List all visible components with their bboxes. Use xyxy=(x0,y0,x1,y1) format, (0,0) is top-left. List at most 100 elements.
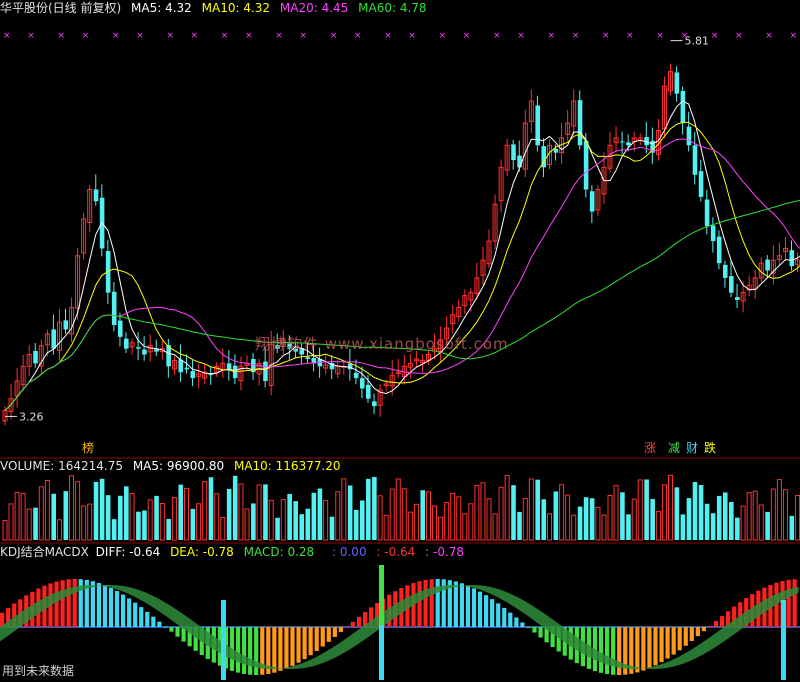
macd-histogram-bar xyxy=(235,627,241,673)
volume-bar xyxy=(492,513,498,541)
volume-bar xyxy=(275,517,280,540)
volume-bar xyxy=(323,499,329,541)
volume-bar xyxy=(329,516,335,540)
volume-bar xyxy=(251,503,256,540)
macd-histogram-bar xyxy=(151,616,156,627)
candle-body xyxy=(620,141,625,143)
macd-histogram-bar xyxy=(175,627,180,637)
candle-body xyxy=(589,191,595,212)
macd-histogram-bar xyxy=(127,598,132,627)
macd-histogram-bar xyxy=(677,627,682,651)
volume-bar xyxy=(704,503,710,540)
volume-bar xyxy=(317,488,323,540)
signal-mark: × xyxy=(408,31,416,41)
volume-bar xyxy=(305,508,311,540)
macd-histogram-bar xyxy=(296,627,301,663)
macd-histogram-bar xyxy=(338,627,343,632)
volume-bar xyxy=(571,514,577,541)
volume-bar xyxy=(735,517,740,540)
stock-title: 华平股份(日线 前复权) xyxy=(0,1,122,15)
macd-histogram-bar xyxy=(508,612,513,627)
candle-body xyxy=(692,145,698,175)
candle-body xyxy=(680,91,686,124)
signal-mark: × xyxy=(330,31,338,41)
flag-bang[interactable]: 榜 xyxy=(81,441,95,455)
macd-histogram-bar xyxy=(332,627,337,637)
macd-histogram-bar xyxy=(272,627,277,673)
flag-jian[interactable]: 减 xyxy=(667,441,681,455)
signal-mark: × xyxy=(384,31,392,41)
macd-histogram-bar xyxy=(314,627,319,651)
candle-body xyxy=(142,349,147,355)
ma10-label: MA10: 4.32 xyxy=(201,1,271,15)
volume-bar xyxy=(38,486,44,541)
flag-die[interactable]: 跌 xyxy=(703,441,717,455)
volume-bar xyxy=(299,514,305,540)
volume-bar xyxy=(244,508,250,541)
macd-histogram-bar xyxy=(635,627,640,673)
candle-body xyxy=(51,329,56,349)
volume-bar xyxy=(776,479,782,541)
volume-bar xyxy=(105,495,111,540)
macd-histogram-bar xyxy=(532,627,537,633)
candle-body xyxy=(154,349,159,352)
macd-histogram-bar xyxy=(60,580,65,627)
volume-bar xyxy=(117,495,123,540)
volume-bar xyxy=(51,493,56,540)
macd-histogram-bar xyxy=(72,579,77,627)
volume-bar xyxy=(366,478,371,540)
ma60-line xyxy=(4,199,800,411)
dea-label: DEA: -0.78 xyxy=(170,545,234,559)
signal-mark: × xyxy=(439,31,447,41)
volume-bar xyxy=(124,486,129,540)
volume-bar xyxy=(293,501,298,540)
macd-histogram-bar xyxy=(453,581,458,627)
signal-mark: × xyxy=(602,31,610,41)
volume-bar xyxy=(504,474,510,541)
candle-body xyxy=(372,401,377,407)
signal-mark: × xyxy=(136,31,144,41)
signal-vertical-bar xyxy=(781,600,786,680)
flag-zhang[interactable]: 涨 xyxy=(643,441,657,455)
macd-histogram-bar xyxy=(465,585,471,627)
candle-body xyxy=(184,367,190,370)
volume-bar xyxy=(637,479,643,541)
macd-histogram-bar xyxy=(423,579,428,627)
volume-bar xyxy=(559,484,565,541)
volume-bar xyxy=(462,513,468,541)
candle-body xyxy=(117,320,123,337)
macd-histogram-bar xyxy=(54,581,59,627)
volume-ma10-label: MA10: 116377.20 xyxy=(233,459,341,473)
volume-bar xyxy=(626,514,631,540)
volume-bar xyxy=(93,481,99,540)
volume-bar xyxy=(595,506,601,541)
volume-bar xyxy=(311,492,317,540)
volume-bar xyxy=(190,508,196,540)
value1-label: : 0.00 xyxy=(332,545,367,559)
macd-histogram-bar xyxy=(653,627,658,666)
volume-bar xyxy=(716,495,722,540)
volume-bar xyxy=(413,503,419,541)
volume-bar xyxy=(456,496,462,541)
signal-mark: × xyxy=(681,31,689,41)
candle-body xyxy=(33,350,38,364)
diff-label: DIFF: -0.64 xyxy=(95,545,161,559)
macd-histogram-bar xyxy=(308,627,313,656)
candle-body xyxy=(93,189,99,202)
volume-bar xyxy=(184,487,189,541)
macd-histogram-bar xyxy=(350,621,356,627)
signal-mark: × xyxy=(27,31,35,41)
volume-bar xyxy=(226,488,232,540)
volume-bar xyxy=(202,481,208,541)
macd-histogram-bar xyxy=(108,587,114,627)
volume-bar xyxy=(129,493,135,541)
volume-bar xyxy=(474,484,480,541)
macd-histogram-bar xyxy=(496,603,501,627)
flag-cai[interactable]: 财 xyxy=(685,441,699,455)
volume-bar xyxy=(729,502,734,540)
candle-body xyxy=(124,338,129,349)
volume-bar xyxy=(401,488,407,541)
volume-bar xyxy=(353,509,359,540)
volume-bar xyxy=(758,504,764,541)
candle-body xyxy=(63,320,69,330)
